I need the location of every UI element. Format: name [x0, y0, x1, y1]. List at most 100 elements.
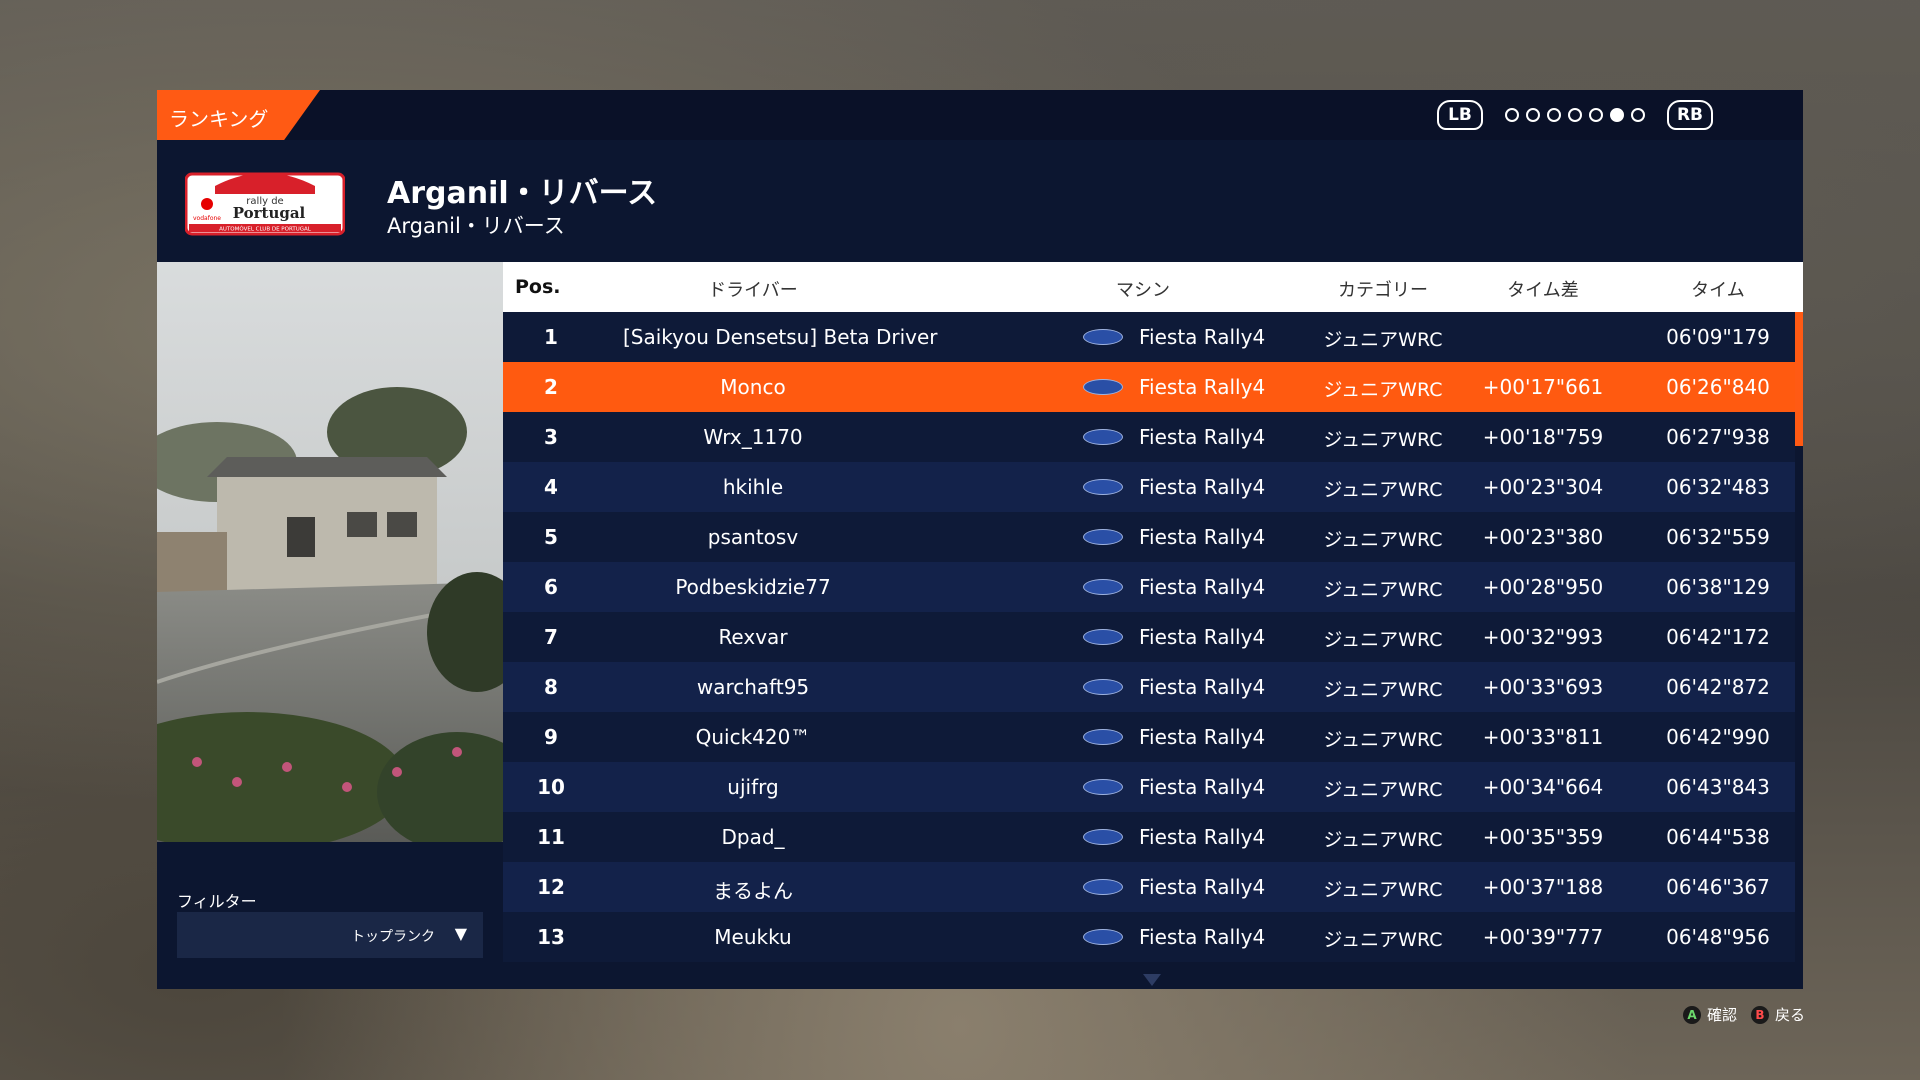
- table-row[interactable]: 5 psantosv Fiesta Rally4 ジュニアWRC +00'23"380 0…: [503, 512, 1795, 562]
- row-time: 06'42"990: [1666, 725, 1770, 749]
- page-dot[interactable]: [1610, 108, 1624, 122]
- row-pos: 7: [544, 625, 558, 649]
- svg-text:AUTOMÓVEL CLUB DE PORTUGAL: AUTOMÓVEL CLUB DE PORTUGAL: [219, 226, 312, 233]
- row-category: ジュニアWRC: [1323, 779, 1443, 801]
- table-header: Pos. ドライバー マシン カテゴリー タイム差 タイム: [503, 262, 1803, 312]
- page-dot[interactable]: [1631, 108, 1645, 122]
- table-row[interactable]: 2 Monco Fiesta Rally4 ジュニアWRC +00'17"661 06'2…: [503, 362, 1795, 412]
- row-time: 06'42"872: [1666, 675, 1770, 699]
- row-gap: +00'37"188: [1482, 875, 1604, 899]
- row-gap: +00'17"661: [1482, 375, 1604, 399]
- stage-header: rally de Portugal vodafone AUTOMÓVEL CLU…: [157, 140, 1803, 262]
- page-dot[interactable]: [1568, 108, 1582, 122]
- table-row[interactable]: 8 warchaft95 Fiesta Rally4 ジュニアWRC +00'33"69…: [503, 662, 1795, 712]
- filter-value: トップランク: [351, 929, 435, 945]
- b-button-icon: B: [1750, 1005, 1769, 1024]
- row-time: 06'46"367: [1666, 875, 1770, 899]
- row-category: ジュニアWRC: [1323, 479, 1443, 501]
- row-time: 06'26"840: [1666, 375, 1770, 399]
- row-gap: +00'33"693: [1482, 675, 1604, 699]
- table-row[interactable]: 4 hkihle Fiesta Rally4 ジュニアWRC +00'23"304 06'…: [503, 462, 1795, 512]
- row-time: 06'42"172: [1666, 625, 1770, 649]
- row-time: 06'27"938: [1666, 425, 1770, 449]
- ford-logo-icon: [1083, 479, 1123, 495]
- table-row[interactable]: 9 Quick420™ Fiesta Rally4 ジュニアWRC +00'33"811…: [503, 712, 1795, 762]
- row-pos: 11: [537, 825, 565, 849]
- table-row[interactable]: 11 Dpad_ Fiesta Rally4 ジュニアWRC +00'35"359 06'…: [503, 812, 1795, 862]
- table-row[interactable]: 10 ujifrg Fiesta Rally4 ジュニアWRC +00'34"664 06…: [503, 762, 1795, 812]
- top-bar: ランキング LB RB: [157, 90, 1803, 140]
- page-pager: LB RB: [1437, 100, 1713, 130]
- col-time: タイム: [1691, 280, 1745, 301]
- row-driver: Dpad_: [721, 825, 785, 849]
- row-category: ジュニアWRC: [1323, 879, 1443, 901]
- confirm-hint[interactable]: 確認: [1707, 1004, 1737, 1025]
- row-time: 06'09"179: [1666, 325, 1770, 349]
- ford-logo-icon: [1083, 329, 1123, 345]
- row-gap: +00'23"304: [1482, 475, 1604, 499]
- row-gap: +00'34"664: [1482, 775, 1604, 799]
- page-dot[interactable]: [1505, 108, 1519, 122]
- row-pos: 13: [537, 925, 565, 949]
- table-row[interactable]: 12 まるよん Fiesta Rally4 ジュニアWRC +00'37"188 06'4…: [503, 862, 1795, 912]
- row-pos: 4: [544, 475, 558, 499]
- button-hints: A 確認 B 戻る: [1682, 1004, 1805, 1025]
- tab-ranking[interactable]: ランキング: [157, 90, 320, 140]
- row-pos: 9: [544, 725, 558, 749]
- page-dots: [1505, 108, 1645, 122]
- ford-logo-icon: [1083, 379, 1123, 395]
- row-pos: 3: [544, 425, 558, 449]
- dropdown-arrow-icon: ▼: [454, 924, 467, 943]
- a-button-icon: A: [1682, 1005, 1701, 1024]
- row-driver: Podbeskidzie77: [675, 575, 831, 599]
- row-category: ジュニアWRC: [1323, 429, 1443, 451]
- ford-logo-icon: [1083, 429, 1123, 445]
- page-dot[interactable]: [1547, 108, 1561, 122]
- row-car: Fiesta Rally4: [1139, 625, 1266, 649]
- table-row[interactable]: 7 Rexvar Fiesta Rally4 ジュニアWRC +00'32"993 06'…: [503, 612, 1795, 662]
- row-driver: Wrx_1170: [703, 425, 803, 449]
- ford-logo-icon: [1083, 829, 1123, 845]
- row-car: Fiesta Rally4: [1139, 525, 1266, 549]
- row-category: ジュニアWRC: [1323, 579, 1443, 601]
- stage-title: Arganil・リバース: [387, 176, 658, 211]
- row-gap: +00'23"380: [1482, 525, 1604, 549]
- filter-dropdown[interactable]: トップランク ▼: [177, 912, 483, 958]
- scroll-down-icon[interactable]: [1143, 974, 1161, 986]
- stage-photo: [157, 262, 503, 842]
- page-dot[interactable]: [1526, 108, 1540, 122]
- row-category: ジュニアWRC: [1323, 529, 1443, 551]
- row-time: 06'38"129: [1666, 575, 1770, 599]
- rally-portugal-logo: rally de Portugal vodafone AUTOMÓVEL CLU…: [185, 172, 345, 236]
- svg-text:vodafone: vodafone: [193, 215, 221, 222]
- back-hint[interactable]: 戻る: [1775, 1004, 1805, 1025]
- row-gap: +00'33"811: [1482, 725, 1604, 749]
- row-time: 06'43"843: [1666, 775, 1770, 799]
- ranking-panel: ランキング LB RB rally de Portugal vodafone A…: [157, 90, 1803, 989]
- table-row[interactable]: 3 Wrx_1170 Fiesta Rally4 ジュニアWRC +00'18"759 0…: [503, 412, 1795, 462]
- row-time: 06'32"483: [1666, 475, 1770, 499]
- table-row[interactable]: 13 Meukku Fiesta Rally4 ジュニアWRC +00'39"777 06…: [503, 912, 1795, 962]
- ford-logo-icon: [1083, 779, 1123, 795]
- row-driver: まるよん: [713, 879, 793, 903]
- row-driver: psantosv: [707, 525, 799, 549]
- col-gap: タイム差: [1507, 280, 1579, 301]
- lb-button[interactable]: LB: [1437, 100, 1483, 130]
- ford-logo-icon: [1083, 879, 1123, 895]
- row-car: Fiesta Rally4: [1139, 475, 1266, 499]
- table-row[interactable]: 6 Podbeskidzie77 Fiesta Rally4 ジュニアWRC +00'2…: [503, 562, 1795, 612]
- stage-subtitle: Arganil・リバース: [387, 214, 565, 238]
- row-pos: 12: [537, 875, 565, 899]
- row-gap: +00'28"950: [1482, 575, 1604, 599]
- row-driver: hkihle: [722, 475, 784, 499]
- page-dot[interactable]: [1589, 108, 1603, 122]
- table-row[interactable]: 1 [Saikyou Densetsu] Beta Driver Fiesta Ra…: [503, 312, 1795, 362]
- rb-button[interactable]: RB: [1667, 100, 1713, 130]
- ford-logo-icon: [1083, 679, 1123, 695]
- row-pos: 10: [537, 775, 565, 799]
- filter-label: フィルター: [177, 892, 257, 911]
- row-car: Fiesta Rally4: [1139, 725, 1266, 749]
- row-category: ジュニアWRC: [1323, 379, 1443, 401]
- row-car: Fiesta Rally4: [1139, 925, 1266, 949]
- scrollbar-thumb[interactable]: [1795, 312, 1803, 446]
